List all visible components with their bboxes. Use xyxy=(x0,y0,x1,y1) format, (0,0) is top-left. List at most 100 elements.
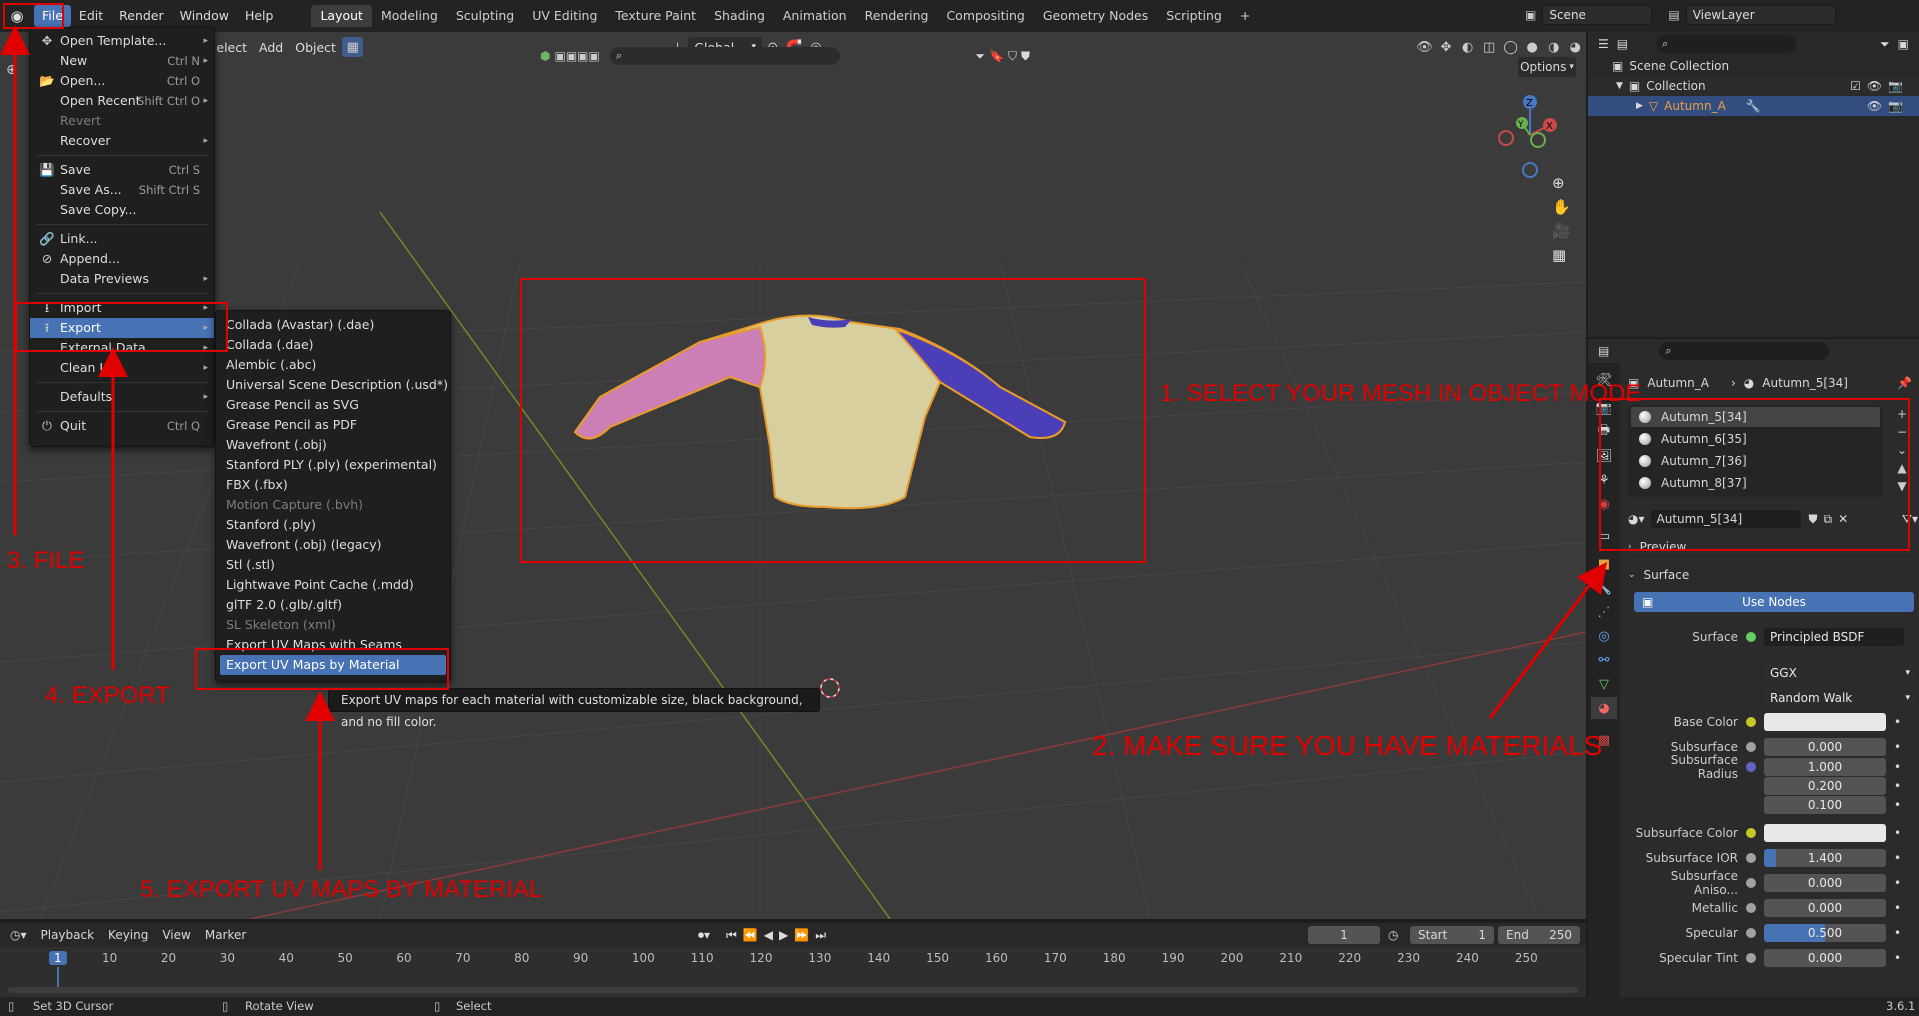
jump-keyframe-forward-icon[interactable]: ⏩ xyxy=(794,928,809,942)
property-value-field[interactable]: 0.100 xyxy=(1764,796,1886,814)
distribution-dropdown[interactable]: GGX ▾ xyxy=(1764,664,1914,682)
jump-start-icon[interactable]: ⏮ xyxy=(726,928,737,943)
view-layer-icon[interactable]: ▤ xyxy=(1668,8,1679,22)
file-menu-item-data-previews[interactable]: Data Previews ▸ xyxy=(30,269,214,289)
use-nodes-button[interactable]: ▣ Use Nodes xyxy=(1634,592,1914,612)
property-value-field[interactable]: 0.000 xyxy=(1764,899,1886,917)
export-item-grease-pencil-as-pdf[interactable]: Grease Pencil as PDF xyxy=(216,415,450,435)
pan-hand-icon[interactable]: ✋ xyxy=(1552,198,1571,216)
filter-icon[interactable]: ⏷ xyxy=(1880,37,1890,52)
clock-icon[interactable]: ◷ xyxy=(1388,928,1398,942)
file-menu-item-new[interactable]: New Ctrl N ▸ xyxy=(30,51,214,71)
tab-scripting[interactable]: Scripting xyxy=(1157,5,1231,27)
overlay-icon[interactable]: ◐ xyxy=(1457,37,1479,57)
property-value-field[interactable] xyxy=(1764,713,1886,731)
menu-window[interactable]: Window xyxy=(172,5,237,27)
timeline-menu-view[interactable]: View xyxy=(162,928,190,942)
export-item-universal-scene-description-usd[interactable]: Universal Scene Description (.usd*) xyxy=(216,375,450,395)
export-item-stanford-ply-ply-experimental[interactable]: Stanford PLY (.ply) (experimental) xyxy=(216,455,450,475)
tab-compositing[interactable]: Compositing xyxy=(937,5,1033,27)
timeline-menu-keying[interactable]: Keying xyxy=(108,928,148,942)
export-item-collada-avastar-dae[interactable]: Collada (Avastar) (.dae) xyxy=(216,315,450,335)
toggle-icon[interactable]: ▦ xyxy=(341,37,364,57)
scene-icon[interactable]: ▣ xyxy=(1525,8,1536,22)
properties-search-input[interactable]: ⌕ xyxy=(1659,342,1830,360)
selectability-icon[interactable]: ▣▣▣▣ xyxy=(554,49,599,63)
scene-selector[interactable]: Scene xyxy=(1542,5,1653,25)
collection-toggles[interactable]: ☑👁📷 xyxy=(1850,79,1909,93)
tab-uv-editing[interactable]: UV Editing xyxy=(523,5,606,27)
file-menu-item-open[interactable]: 📂 Open... Ctrl O xyxy=(30,71,214,91)
tab-animation[interactable]: Animation xyxy=(774,5,856,27)
filter-icon[interactable]: ⏷ xyxy=(975,49,985,64)
outliner-row-collection[interactable]: ▼ ▣ Collection ☑👁📷 xyxy=(1588,76,1919,96)
add-workspace-button[interactable]: + xyxy=(1231,5,1259,27)
file-menu-item-defaults[interactable]: Defaults ▸ xyxy=(30,387,214,407)
file-menu-item-save-as[interactable]: Save As... Shift Ctrl S xyxy=(30,180,214,200)
jump-end-icon[interactable]: ⏭ xyxy=(815,928,826,943)
material-tab-icon[interactable]: ◕ xyxy=(1591,697,1617,719)
keyframe-dot-icon[interactable]: • xyxy=(1894,826,1901,840)
editor-type-icon[interactable]: ◷▾ xyxy=(10,928,27,942)
file-menu-item-save-copy[interactable]: Save Copy... xyxy=(30,200,214,220)
editor-type-icon[interactable]: ▤ xyxy=(1598,344,1609,358)
visibility-icon[interactable]: 👁 xyxy=(1414,37,1436,57)
property-value-field[interactable]: 1.000 xyxy=(1764,758,1886,776)
play-reverse-icon[interactable]: ◀ xyxy=(764,928,773,942)
viewport-search-input[interactable]: ⌕ xyxy=(609,47,840,65)
file-menu-item-link[interactable]: 🔗 Link... xyxy=(30,229,214,249)
tab-layout[interactable]: Layout xyxy=(311,5,372,27)
new-collection-icon[interactable]: ▣ xyxy=(1898,37,1909,51)
timeline-menu-playback[interactable]: Playback xyxy=(41,928,95,942)
export-item-gltf-2-0-glb-gltf[interactable]: glTF 2.0 (.glb/.gltf) xyxy=(216,595,450,615)
outliner-row-scene-collection[interactable]: ▣ Scene Collection xyxy=(1588,56,1919,76)
object-menu[interactable]: Object xyxy=(289,37,342,57)
zoom-icon[interactable]: ⊕ xyxy=(1552,174,1571,192)
export-item-lightwave-point-cache-mdd[interactable]: Lightwave Point Cache (.mdd) xyxy=(216,575,450,595)
export-item-grease-pencil-as-svg[interactable]: Grease Pencil as SVG xyxy=(216,395,450,415)
tab-modeling[interactable]: Modeling xyxy=(372,5,447,27)
auto-keying-icon[interactable]: ⏺▾ xyxy=(698,928,710,943)
keyframe-dot-icon[interactable]: • xyxy=(1894,951,1901,965)
property-value-field[interactable]: 0.000 xyxy=(1764,949,1886,967)
object-tab-icon[interactable]: ■ xyxy=(1591,553,1617,575)
material-shading-icon[interactable]: ◑ xyxy=(1543,37,1565,57)
property-value-field[interactable] xyxy=(1764,824,1886,842)
xray-icon[interactable]: ◫ xyxy=(1478,37,1500,57)
tab-geometry-nodes[interactable]: Geometry Nodes xyxy=(1034,5,1157,27)
bookmark-icon[interactable]: 🔖 xyxy=(989,49,1004,63)
file-menu-item-open-template[interactable]: ✥ Open Template... ▸ xyxy=(30,31,214,51)
wireframe-shading-icon[interactable]: ◯ xyxy=(1500,37,1522,57)
file-menu-item-recover[interactable]: Recover ▸ xyxy=(30,131,214,151)
menu-render[interactable]: Render xyxy=(111,5,172,27)
object-toggles[interactable]: 👁📷 xyxy=(1867,99,1909,113)
end-frame-field[interactable]: End 250 xyxy=(1498,926,1580,944)
menu-help[interactable]: Help xyxy=(237,5,282,27)
gizmo-icon[interactable]: ✥ xyxy=(1435,37,1457,57)
keyframe-dot-icon[interactable]: • xyxy=(1894,798,1901,812)
file-menu-item-open-recent[interactable]: Open Recent Shift Ctrl O ▸ xyxy=(30,91,214,111)
export-item-sl-skeleton-xml[interactable]: SL Skeleton (xml) xyxy=(216,615,450,635)
export-item-wavefront-obj[interactable]: Wavefront (.obj) xyxy=(216,435,450,455)
physics-tab-icon[interactable]: ◎ xyxy=(1591,625,1617,647)
file-menu-item-append[interactable]: ⊘ Append... xyxy=(30,249,214,269)
keyframe-dot-icon[interactable]: • xyxy=(1894,876,1901,890)
export-item-wavefront-obj-legacy[interactable]: Wavefront (.obj) (legacy) xyxy=(216,535,450,555)
file-menu-item-clean-up[interactable]: Clean Up ▸ xyxy=(30,358,214,378)
export-item-stanford-ply[interactable]: Stanford (.ply) xyxy=(216,515,450,535)
play-icon[interactable]: ▶ xyxy=(779,928,788,942)
constraints-tab-icon[interactable]: ⚯ xyxy=(1591,649,1617,671)
keyframe-dot-icon[interactable]: • xyxy=(1894,851,1901,865)
export-item-alembic-abc[interactable]: Alembic (.abc) xyxy=(216,355,450,375)
editor-type-icon[interactable]: ☰ xyxy=(1598,37,1609,51)
file-menu-item-quit[interactable]: ⏻ Quit Ctrl Q xyxy=(30,416,214,436)
outliner-search-input[interactable]: ⌕ xyxy=(1656,35,1797,53)
options-button[interactable]: Options ▾ xyxy=(1518,57,1576,77)
add-menu[interactable]: Add xyxy=(253,37,289,57)
tab-texture-paint[interactable]: Texture Paint xyxy=(606,5,705,27)
modifier-tab-icon[interactable]: 🔧 xyxy=(1591,577,1617,599)
particles-tab-icon[interactable]: ⋰ xyxy=(1591,601,1617,623)
export-item-collada-dae[interactable]: Collada (.dae) xyxy=(216,335,450,355)
solid-shading-icon[interactable]: ● xyxy=(1521,37,1543,57)
surface-shader-field[interactable]: Principled BSDF xyxy=(1764,628,1904,646)
